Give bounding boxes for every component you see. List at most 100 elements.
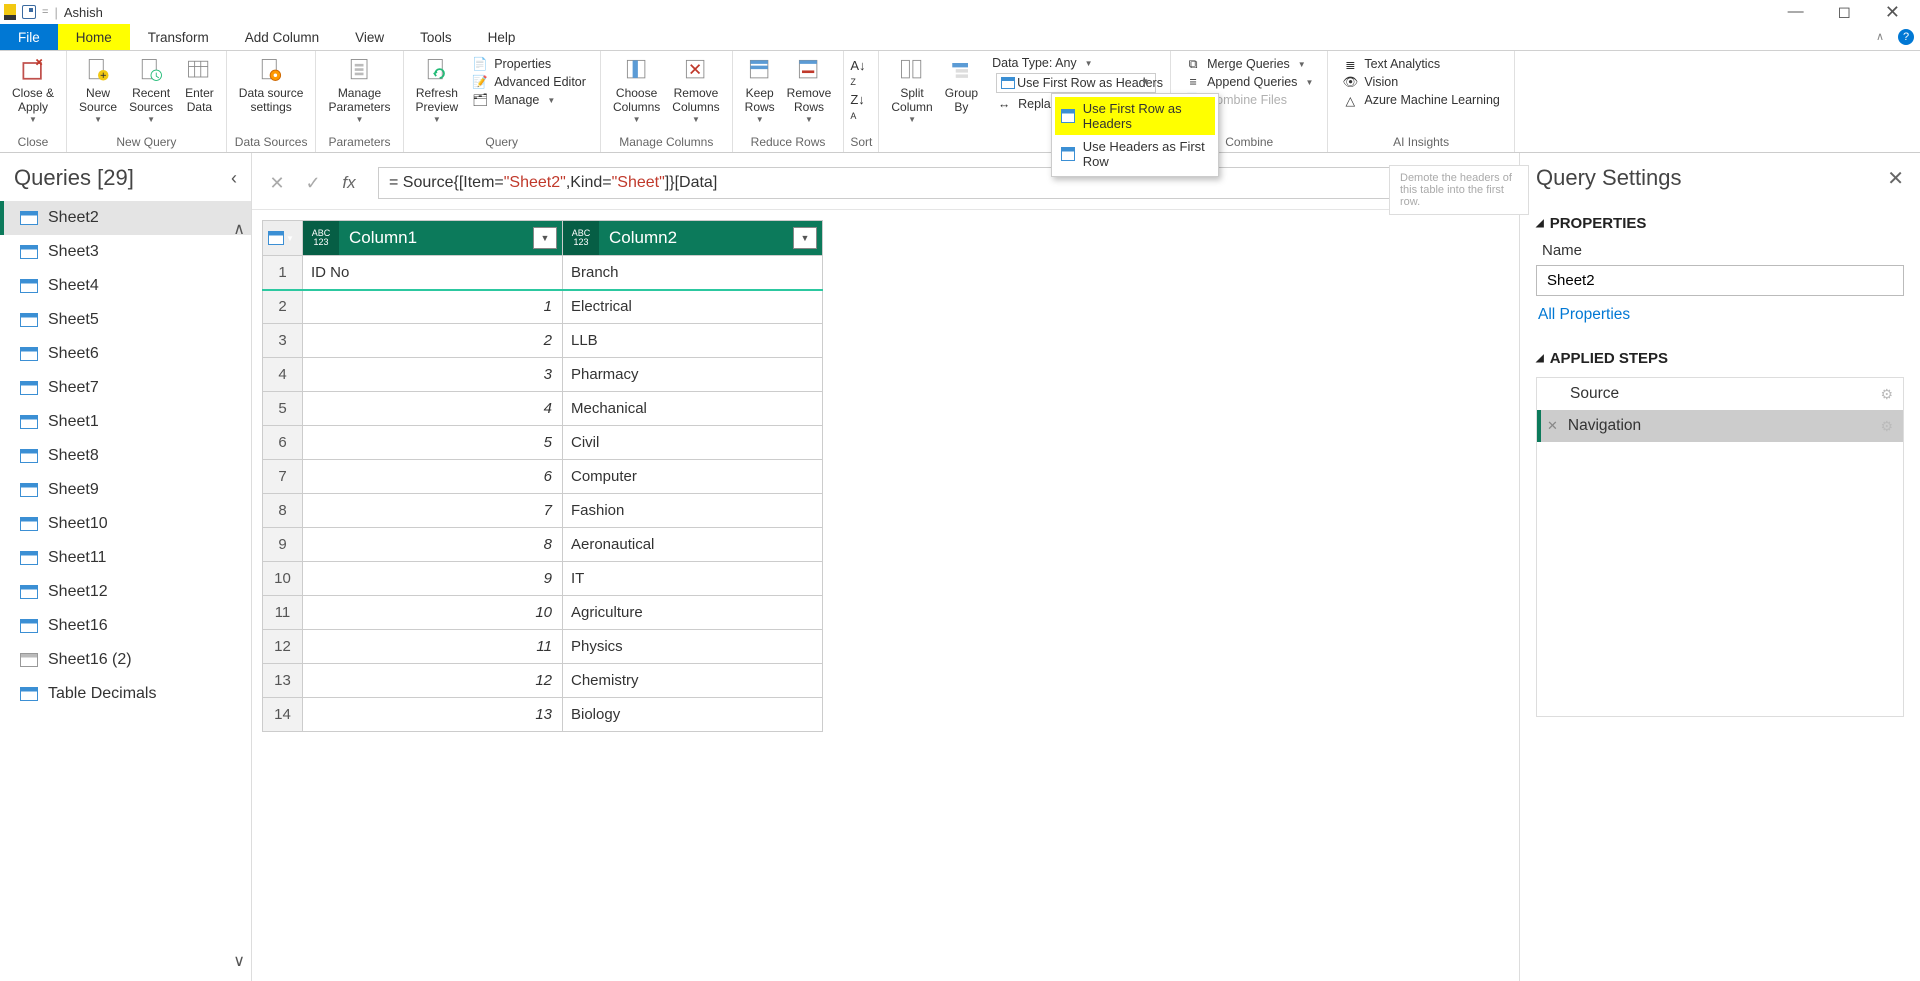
collapse-icon[interactable]: ◢: [1536, 353, 1544, 364]
cell[interactable]: ID No: [303, 256, 563, 290]
menu-use-first-row-as-headers[interactable]: Use First Row as Headers: [1055, 97, 1215, 135]
cell[interactable]: 8: [303, 528, 563, 562]
commit-formula-button[interactable]: ✓: [298, 169, 328, 197]
new-source-button[interactable]: New Source ▼: [73, 54, 123, 126]
row-number[interactable]: 2: [263, 290, 303, 324]
ribbon-collapse-icon[interactable]: ∧: [1876, 30, 1884, 50]
cell[interactable]: Electrical: [563, 290, 823, 324]
tab-add-column[interactable]: Add Column: [227, 24, 337, 50]
filter-button[interactable]: ▼: [793, 227, 817, 249]
tab-home[interactable]: Home: [58, 24, 130, 50]
query-item[interactable]: Sheet1: [0, 405, 251, 439]
vision-button[interactable]: 👁Vision: [1338, 74, 1504, 90]
query-item[interactable]: Sheet4: [0, 269, 251, 303]
sort-asc-button[interactable]: A↓Z: [850, 58, 865, 88]
tab-view[interactable]: View: [337, 24, 402, 50]
append-queries-button[interactable]: ≡Append Queries▼: [1181, 74, 1317, 90]
cell[interactable]: 5: [303, 426, 563, 460]
row-number[interactable]: 4: [263, 358, 303, 392]
properties-button[interactable]: 📄Properties: [468, 56, 590, 72]
collapse-icon[interactable]: ◢: [1536, 218, 1544, 229]
query-item[interactable]: Sheet12: [0, 575, 251, 609]
query-item[interactable]: Sheet11: [0, 541, 251, 575]
split-column-button[interactable]: Split Column ▼: [885, 54, 938, 126]
query-item[interactable]: Table Decimals: [0, 677, 251, 711]
row-number[interactable]: 5: [263, 392, 303, 426]
query-item[interactable]: Sheet16: [0, 609, 251, 643]
cell[interactable]: 2: [303, 324, 563, 358]
query-item[interactable]: Sheet10: [0, 507, 251, 541]
row-number[interactable]: 10: [263, 562, 303, 596]
cell[interactable]: 12: [303, 664, 563, 698]
query-item[interactable]: Sheet3: [0, 235, 251, 269]
data-source-settings-button[interactable]: Data source settings: [233, 54, 310, 117]
all-properties-link[interactable]: All Properties: [1536, 296, 1904, 328]
row-number[interactable]: 1: [263, 256, 303, 290]
cell[interactable]: Pharmacy: [563, 358, 823, 392]
data-type-select[interactable]: Data Type: Any▼: [992, 56, 1160, 70]
table-corner-button[interactable]: ▼: [263, 221, 299, 255]
cell[interactable]: Fashion: [563, 494, 823, 528]
row-number[interactable]: 12: [263, 630, 303, 664]
sort-desc-button[interactable]: Z↓A: [850, 92, 865, 122]
row-number[interactable]: 3: [263, 324, 303, 358]
delete-step-icon[interactable]: ✕: [1547, 418, 1558, 434]
menu-use-headers-as-first-row[interactable]: Use Headers as First Row: [1055, 135, 1215, 173]
cell[interactable]: Aeronautical: [563, 528, 823, 562]
save-icon[interactable]: [22, 5, 36, 19]
remove-columns-button[interactable]: Remove Columns ▼: [666, 54, 725, 126]
filter-button[interactable]: ▼: [533, 227, 557, 249]
cell[interactable]: Branch: [563, 256, 823, 290]
applied-step[interactable]: Source⚙: [1537, 378, 1903, 410]
cell[interactable]: 11: [303, 630, 563, 664]
cell[interactable]: Agriculture: [563, 596, 823, 630]
minimize-button[interactable]: —: [1780, 3, 1812, 21]
query-item[interactable]: Sheet6: [0, 337, 251, 371]
manage-parameters-button[interactable]: Manage Parameters ▼: [322, 54, 396, 126]
cell[interactable]: IT: [563, 562, 823, 596]
text-analytics-button[interactable]: ≣Text Analytics: [1338, 56, 1504, 72]
refresh-preview-button[interactable]: Refresh Preview ▼: [410, 54, 465, 126]
close-apply-button[interactable]: Close & Apply ▼: [6, 54, 60, 126]
applied-step[interactable]: ✕Navigation⚙: [1537, 410, 1903, 442]
cell[interactable]: Biology: [563, 698, 823, 732]
fx-icon[interactable]: fx: [334, 169, 364, 197]
row-number[interactable]: 6: [263, 426, 303, 460]
row-number[interactable]: 11: [263, 596, 303, 630]
keep-rows-button[interactable]: Keep Rows ▼: [739, 54, 781, 126]
cell[interactable]: 10: [303, 596, 563, 630]
group-by-button[interactable]: Group By: [939, 54, 984, 117]
query-item[interactable]: Sheet9: [0, 473, 251, 507]
cell[interactable]: Physics: [563, 630, 823, 664]
close-window-button[interactable]: ✕: [1877, 2, 1908, 23]
manage-button[interactable]: 🗂Manage▼: [468, 92, 590, 108]
cell[interactable]: 9: [303, 562, 563, 596]
column-header[interactable]: ABC123Column1▼: [303, 221, 563, 256]
column-header[interactable]: ABC123Column2▼: [563, 221, 823, 256]
cell[interactable]: LLB: [563, 324, 823, 358]
cell[interactable]: 6: [303, 460, 563, 494]
query-name-input[interactable]: [1536, 265, 1904, 296]
tab-transform[interactable]: Transform: [130, 24, 227, 50]
cell[interactable]: Mechanical: [563, 392, 823, 426]
cell[interactable]: Chemistry: [563, 664, 823, 698]
gear-icon[interactable]: ⚙: [1880, 418, 1893, 435]
remove-rows-button[interactable]: Remove Rows ▼: [781, 54, 838, 126]
scroll-up-icon[interactable]: ∧: [233, 219, 245, 239]
cell[interactable]: 4: [303, 392, 563, 426]
help-icon[interactable]: ?: [1898, 29, 1914, 45]
scroll-down-icon[interactable]: ∨: [233, 951, 245, 971]
row-number[interactable]: 14: [263, 698, 303, 732]
enter-data-button[interactable]: Enter Data: [179, 54, 220, 117]
gear-icon[interactable]: ⚙: [1880, 386, 1893, 403]
cell[interactable]: Civil: [563, 426, 823, 460]
row-number[interactable]: 9: [263, 528, 303, 562]
tab-file[interactable]: File: [0, 24, 58, 50]
azure-ml-button[interactable]: △Azure Machine Learning: [1338, 92, 1504, 108]
row-number[interactable]: 8: [263, 494, 303, 528]
cell[interactable]: 1: [303, 290, 563, 324]
advanced-editor-button[interactable]: 📝Advanced Editor: [468, 74, 590, 90]
cell[interactable]: 3: [303, 358, 563, 392]
type-icon[interactable]: ABC123: [563, 221, 599, 255]
query-item[interactable]: Sheet2: [0, 201, 251, 235]
